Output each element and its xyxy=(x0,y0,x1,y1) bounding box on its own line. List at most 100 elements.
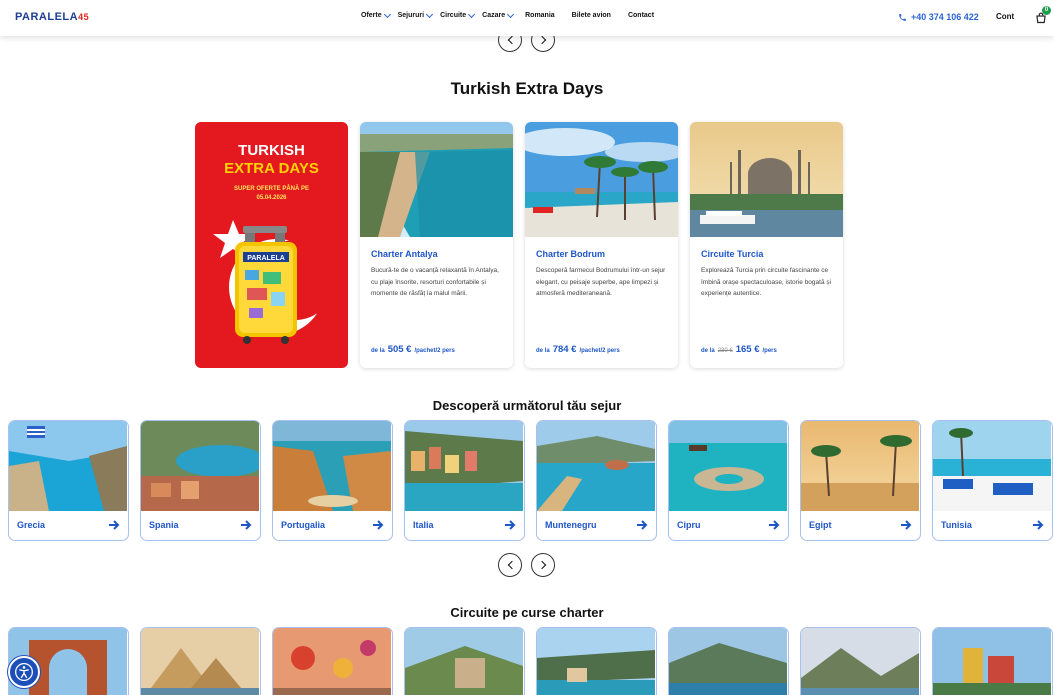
circuit-image xyxy=(141,628,259,695)
destination-image xyxy=(669,421,787,511)
chevron-down-icon xyxy=(507,10,515,18)
destination-label: Tunisia xyxy=(941,520,972,530)
price-unit: /pachet/2 pers xyxy=(579,348,620,354)
offer-image xyxy=(525,122,678,237)
arrow-right-icon xyxy=(769,520,780,530)
offer-description: Bucură-te de o vacanță relaxantă în Anta… xyxy=(371,267,499,297)
destination-image xyxy=(9,421,127,511)
svg-text:PARALELA: PARALELA xyxy=(247,255,285,262)
circuit-image xyxy=(669,628,787,695)
account-link[interactable]: Cont xyxy=(996,12,1014,21)
site-logo[interactable]: PARALELA45 xyxy=(15,11,89,23)
chevron-left-icon xyxy=(507,560,516,570)
destination-card-egipt[interactable]: Egipt xyxy=(800,420,921,541)
chevron-right-icon xyxy=(537,35,546,45)
nav-label: Oferte xyxy=(361,12,382,19)
chevron-left-icon xyxy=(507,35,516,45)
offer-title: Charter Bodrum xyxy=(536,249,606,259)
nav-romania[interactable]: Romania xyxy=(525,12,555,19)
section-title-turkish: Turkish Extra Days xyxy=(450,79,604,98)
destination-label: Egipt xyxy=(809,520,832,530)
destinations-prev-button[interactable] xyxy=(498,553,522,577)
destinations-next-button[interactable] xyxy=(531,553,555,577)
accessibility-icon xyxy=(15,663,33,681)
circuit-card[interactable] xyxy=(536,627,657,695)
offer-card-bodrum[interactable]: Charter Bodrum Descoperă farmecul Bodrum… xyxy=(525,122,678,368)
chevron-down-icon xyxy=(383,10,391,18)
site-header: PARALELA45 Oferte Sejururi Circuite Caza… xyxy=(0,0,1054,36)
arrow-right-icon xyxy=(373,520,384,530)
nav-sejururi[interactable]: Sejururi xyxy=(397,10,434,19)
arrow-right-icon xyxy=(505,520,516,530)
section-title-circuits: Circuite pe curse charter xyxy=(450,605,604,620)
arrow-right-icon xyxy=(109,520,120,530)
nav-bilete-avion[interactable]: Bilete avion xyxy=(572,12,611,19)
destination-label: Cipru xyxy=(677,520,701,530)
circuit-card[interactable] xyxy=(800,627,921,695)
phone-link[interactable]: +40 374 106 422 xyxy=(898,12,979,22)
destination-image xyxy=(933,421,1051,511)
offer-title: Charter Antalya xyxy=(371,249,438,259)
destination-card-tunisia[interactable]: Tunisia xyxy=(932,420,1053,541)
destination-image xyxy=(801,421,919,511)
nav-label: Circuite xyxy=(440,12,467,19)
price-value: 784 € xyxy=(552,344,577,355)
offer-card-circuite-turcia[interactable]: Circuite Turcia Explorează Turcia prin c… xyxy=(690,122,843,368)
chevron-down-icon xyxy=(426,10,434,18)
logo-number: 45 xyxy=(78,12,90,22)
offer-description: Explorează Turcia prin circuite fascinan… xyxy=(701,267,832,297)
arrow-right-icon xyxy=(241,520,252,530)
price-value: 505 € xyxy=(387,344,412,355)
arrow-right-icon xyxy=(637,520,648,530)
destination-label: Spania xyxy=(149,520,179,530)
circuit-card[interactable] xyxy=(404,627,525,695)
destination-image xyxy=(273,421,391,511)
phone-number: +40 374 106 422 xyxy=(911,12,979,22)
circuit-card[interactable] xyxy=(932,627,1053,695)
circuit-card[interactable] xyxy=(140,627,261,695)
nav-circuite[interactable]: Circuite xyxy=(440,10,476,19)
destination-label: Grecia xyxy=(17,520,46,530)
section-title-destinations: Descoperă următorul tău sejur xyxy=(432,398,622,413)
offer-image xyxy=(690,122,843,237)
destination-label: Muntenegru xyxy=(545,520,597,530)
destination-card-portugalia[interactable]: Portugalia xyxy=(272,420,393,541)
destination-image xyxy=(405,421,523,511)
destination-card-italia[interactable]: Italia xyxy=(404,420,525,541)
offer-price: de la 230 €165 €/pers xyxy=(701,344,777,355)
nav-oferte[interactable]: Oferte xyxy=(361,10,391,19)
chevron-down-icon xyxy=(468,10,476,18)
logo-text: PARALELA xyxy=(15,11,79,23)
destination-card-grecia[interactable]: Grecia xyxy=(8,420,129,541)
nav-label: Cazare xyxy=(482,12,506,19)
offer-description: Descoperă farmecul Bodrumului într-un se… xyxy=(536,267,666,297)
promo-banner[interactable]: TURKISH EXTRA DAYS SUPER OFERTE PÂNĂ PE 0… xyxy=(195,122,348,368)
price-unit: /pers xyxy=(762,348,777,354)
price-from: de la xyxy=(371,348,385,354)
destination-image xyxy=(141,421,259,511)
circuit-image xyxy=(273,628,391,695)
destination-label: Italia xyxy=(413,520,434,530)
price-old: 230 € xyxy=(717,348,733,354)
destination-card-muntenegru[interactable]: Muntenegru xyxy=(536,420,657,541)
price-value: 165 € xyxy=(735,344,760,355)
cart-count-badge: 0 xyxy=(1042,6,1051,15)
circuit-image xyxy=(801,628,919,695)
circuit-card[interactable] xyxy=(272,627,393,695)
destination-label: Portugalia xyxy=(281,520,326,530)
offer-price: de la 784 €/pachet/2 pers xyxy=(536,344,620,355)
circuit-image xyxy=(405,628,523,695)
circuit-card[interactable] xyxy=(668,627,789,695)
phone-icon xyxy=(899,13,906,21)
destination-card-spania[interactable]: Spania xyxy=(140,420,261,541)
nav-cazare[interactable]: Cazare xyxy=(482,10,515,19)
price-from: de la xyxy=(536,348,550,354)
destination-card-cipru[interactable]: Cipru xyxy=(668,420,789,541)
offer-title: Circuite Turcia xyxy=(701,249,764,259)
price-from: de la xyxy=(701,348,715,354)
circuit-image xyxy=(933,628,1051,695)
nav-label: Sejururi xyxy=(397,12,425,19)
offer-card-antalya[interactable]: Charter Antalya Bucură-te de o vacanță r… xyxy=(360,122,513,368)
accessibility-button[interactable] xyxy=(8,656,40,688)
nav-contact[interactable]: Contact xyxy=(628,12,654,19)
